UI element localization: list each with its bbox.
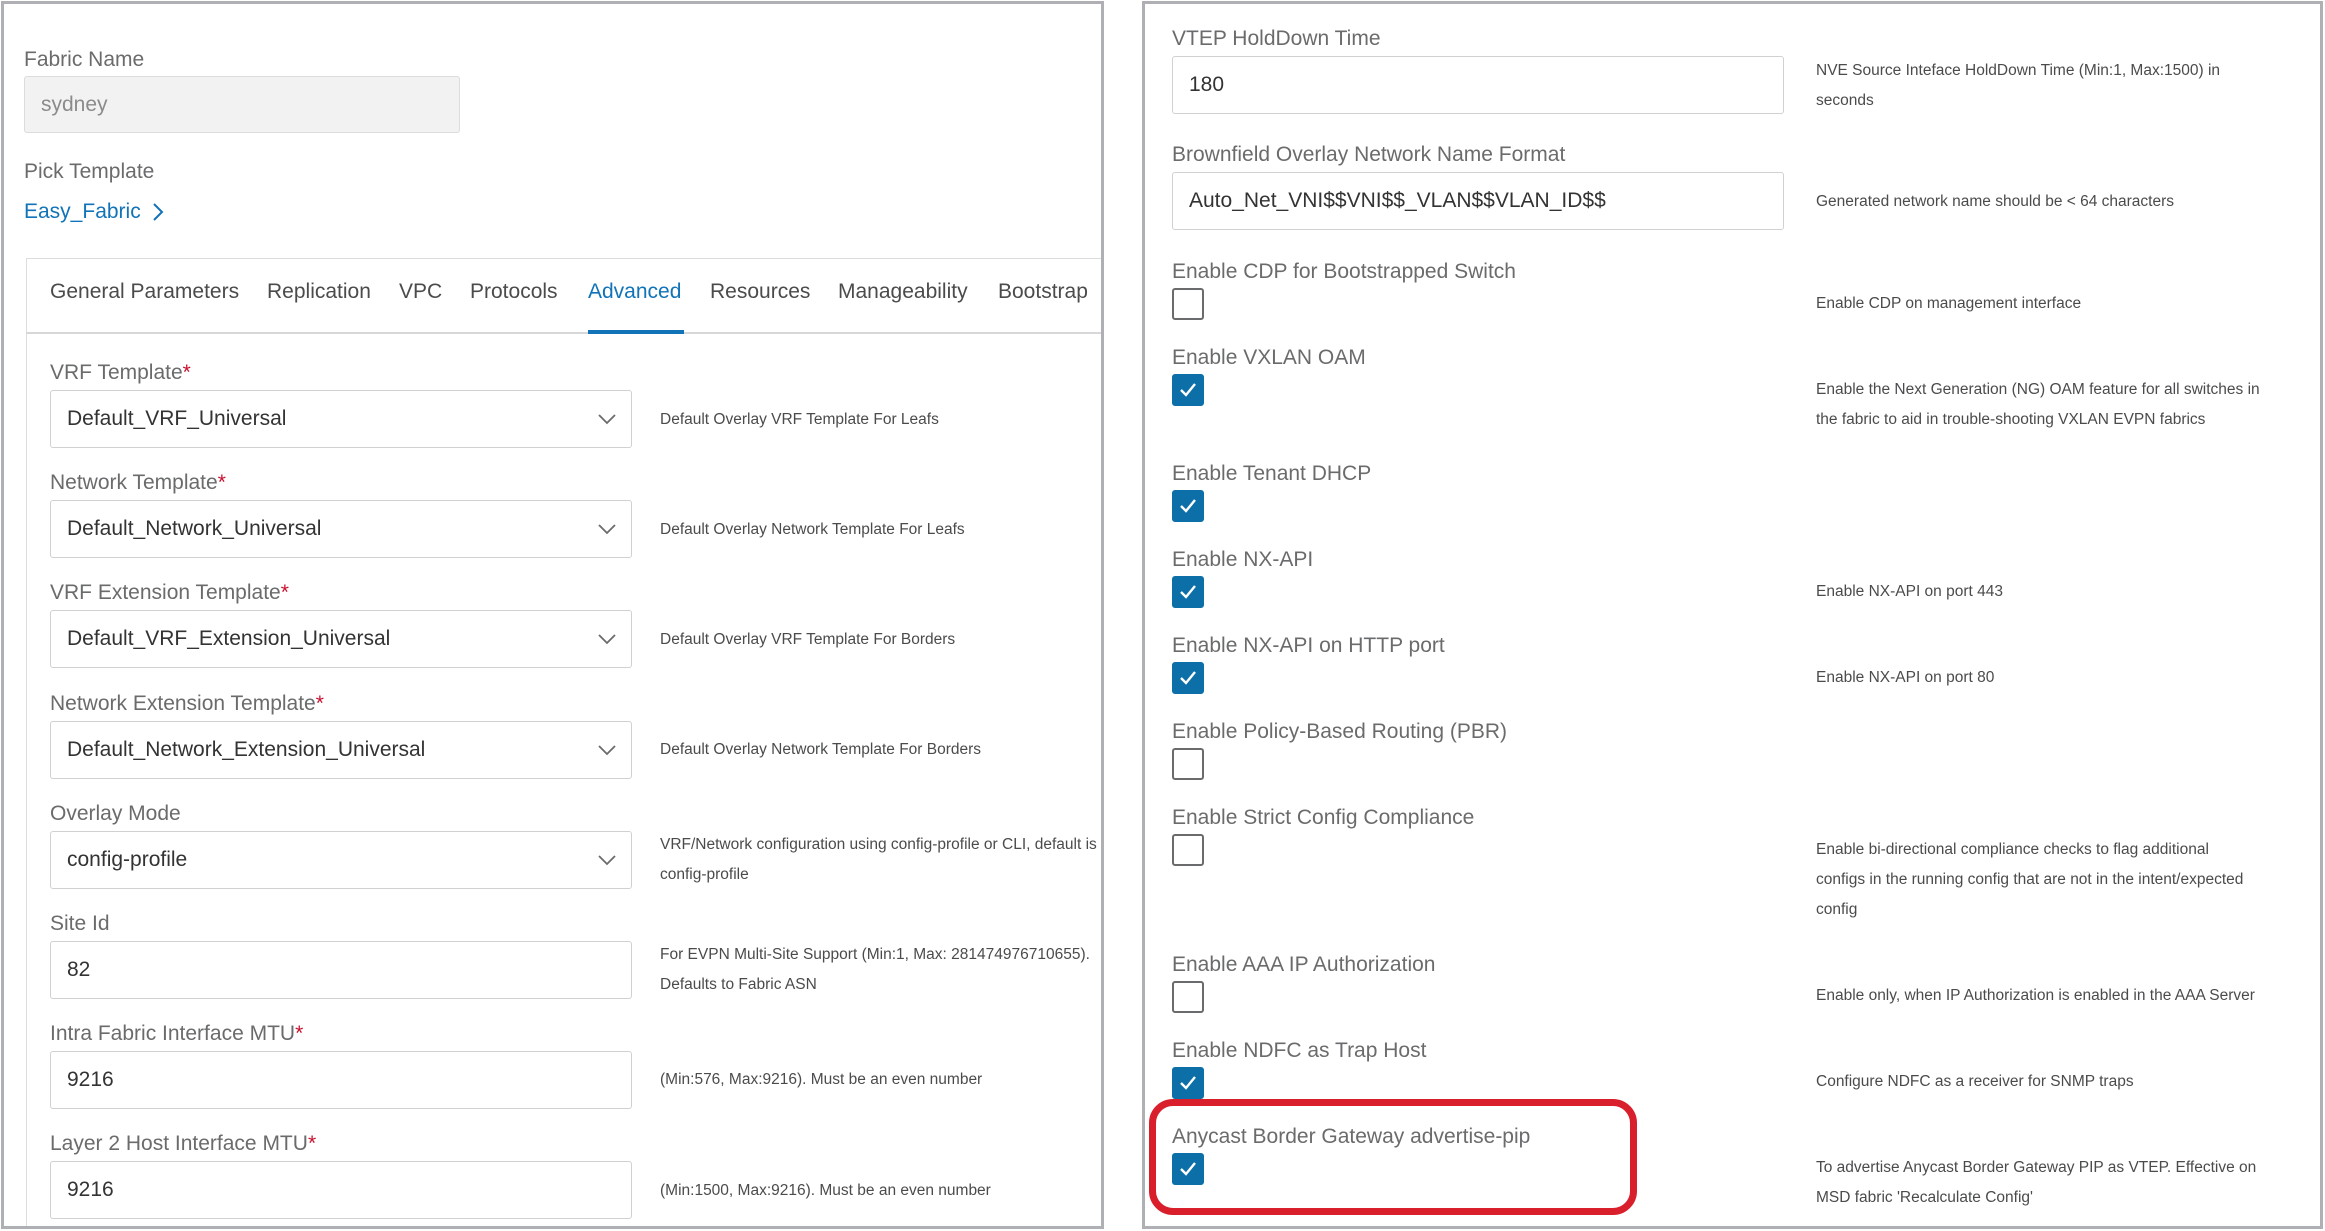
nx-api-http-checkbox[interactable]: [1172, 662, 1204, 694]
pbr-checkbox[interactable]: [1172, 748, 1204, 780]
chevron-down-icon: [598, 745, 616, 756]
brownfield-format-hint: Generated network name should be < 64 ch…: [1816, 193, 2175, 210]
ndfc-trap-host-checkbox[interactable]: [1172, 1067, 1204, 1099]
tab-vpc[interactable]: VPC: [399, 280, 442, 304]
chevron-down-icon: [598, 855, 616, 866]
aaa-ip-auth-label: Enable AAA IP Authorization: [1172, 953, 1436, 976]
brownfield-format-input[interactable]: Auto_Net_VNI$$VNI$$_VLAN$$VLAN_ID$$: [1172, 172, 1784, 230]
vtep-holddown-label: VTEP HoldDown Time: [1172, 27, 1381, 50]
network-extension-template-value: Default_Network_Extension_Universal: [67, 738, 426, 761]
strict-compliance-checkbox[interactable]: [1172, 834, 1204, 866]
layer2-mtu-label: Layer 2 Host Interface MTU*: [50, 1132, 317, 1155]
network-extension-template-select[interactable]: Default_Network_Extension_Universal: [50, 721, 632, 779]
vrf-template-value: Default_VRF_Universal: [67, 407, 287, 430]
checkmark-icon: [1180, 1076, 1196, 1090]
nx-api-hint: Enable NX-API on port 443: [1816, 583, 2003, 600]
tab-bootstrap[interactable]: Bootstrap: [998, 280, 1088, 304]
tenant-dhcp-label: Enable Tenant DHCP: [1172, 462, 1372, 485]
tab-general-parameters[interactable]: General Parameters: [50, 280, 239, 304]
anycast-bgw-pip-hint: To advertise Anycast Border Gateway PIP …: [1816, 1159, 2257, 1206]
overlay-mode-label: Overlay Mode: [50, 802, 181, 825]
overlay-mode-value: config-profile: [67, 848, 188, 871]
tab-manageability[interactable]: Manageability: [838, 280, 968, 304]
tenant-dhcp-checkbox[interactable]: [1172, 490, 1204, 522]
chevron-down-icon: [598, 634, 616, 645]
overlay-mode-select[interactable]: config-profile: [50, 831, 632, 889]
tab-advanced[interactable]: Advanced: [588, 280, 681, 304]
vrf-extension-template-label: VRF Extension Template*: [50, 581, 289, 604]
layer2-mtu-hint: (Min:1500, Max:9216). Must be an even nu…: [660, 1182, 991, 1199]
checkmark-icon: [1180, 383, 1196, 397]
network-extension-template-hint: Default Overlay Network Template For Bor…: [660, 741, 982, 758]
intra-fabric-mtu-label: Intra Fabric Interface MTU*: [50, 1022, 304, 1045]
fabric-name-input[interactable]: sydney: [24, 76, 460, 133]
overlay-mode-hint: VRF/Network configuration using config-p…: [660, 836, 1097, 883]
vrf-template-hint: Default Overlay VRF Template For Leafs: [660, 411, 939, 428]
tab-protocols[interactable]: Protocols: [470, 280, 558, 304]
brownfield-format-label: Brownfield Overlay Network Name Format: [1172, 143, 1566, 166]
vrf-extension-template-hint: Default Overlay VRF Template For Borders: [660, 631, 956, 648]
nx-api-checkbox[interactable]: [1172, 576, 1204, 608]
network-template-hint: Default Overlay Network Template For Lea…: [660, 521, 965, 538]
intra-fabric-mtu-hint: (Min:576, Max:9216). Must be an even num…: [660, 1071, 983, 1088]
checkmark-icon: [1180, 671, 1196, 685]
network-template-label: Network Template*: [50, 471, 226, 494]
nx-api-http-hint: Enable NX-API on port 80: [1816, 669, 1995, 686]
layer2-mtu-input[interactable]: 9216: [50, 1161, 632, 1219]
pick-template-label: Pick Template: [24, 160, 155, 183]
vrf-template-select[interactable]: Default_VRF_Universal: [50, 390, 632, 448]
ndfc-trap-host-hint: Configure NDFC as a receiver for SNMP tr…: [1816, 1073, 2134, 1090]
vrf-template-label: VRF Template*: [50, 361, 191, 384]
vxlan-oam-hint: Enable the Next Generation (NG) OAM feat…: [1816, 381, 2260, 428]
network-template-value: Default_Network_Universal: [67, 517, 322, 540]
chevron-down-icon: [598, 524, 616, 535]
vtep-holddown-hint: NVE Source Inteface HoldDown Time (Min:1…: [1816, 62, 2221, 109]
tab-bar: General Parameters Replication VPC Proto…: [26, 254, 1101, 334]
tab-resources[interactable]: Resources: [710, 280, 810, 304]
network-extension-template-label: Network Extension Template*: [50, 692, 324, 715]
ndfc-trap-host-label: Enable NDFC as Trap Host: [1172, 1039, 1427, 1062]
checkmark-icon: [1180, 499, 1196, 513]
site-id-input[interactable]: 82: [50, 941, 632, 999]
chevron-down-icon: [598, 414, 616, 425]
template-link-text: Easy_Fabric: [24, 200, 141, 223]
active-tab-indicator: [588, 330, 684, 334]
highlight-annotation: [1149, 1099, 1637, 1215]
vtep-holddown-input[interactable]: 180: [1172, 56, 1784, 114]
chevron-right-icon: [153, 203, 164, 221]
template-link[interactable]: Easy_Fabric: [24, 200, 165, 224]
cdp-hint: Enable CDP on management interface: [1816, 295, 2082, 312]
checkmark-icon: [1180, 585, 1196, 599]
vrf-extension-template-value: Default_VRF_Extension_Universal: [67, 627, 391, 650]
strict-compliance-label: Enable Strict Config Compliance: [1172, 806, 1475, 829]
tab-replication[interactable]: Replication: [267, 280, 371, 304]
aaa-ip-auth-checkbox[interactable]: [1172, 981, 1204, 1013]
advanced-settings-panel: VTEP HoldDown Time 180 NVE Source Intefa…: [1142, 1, 2323, 1229]
vxlan-oam-label: Enable VXLAN OAM: [1172, 346, 1366, 369]
nx-api-http-label: Enable NX-API on HTTP port: [1172, 634, 1445, 657]
network-template-select[interactable]: Default_Network_Universal: [50, 500, 632, 558]
vxlan-oam-checkbox[interactable]: [1172, 374, 1204, 406]
nx-api-label: Enable NX-API: [1172, 548, 1314, 571]
aaa-ip-auth-hint: Enable only, when IP Authorization is en…: [1816, 987, 2255, 1004]
site-id-label: Site Id: [50, 912, 110, 935]
strict-compliance-hint: Enable bi-directional compliance checks …: [1816, 841, 2244, 918]
cdp-checkbox[interactable]: [1172, 288, 1204, 320]
site-id-hint: For EVPN Multi-Site Support (Min:1, Max:…: [660, 946, 1090, 993]
fabric-settings-panel: Fabric Name sydney Pick Template Easy_Fa…: [1, 1, 1104, 1229]
intra-fabric-mtu-input[interactable]: 9216: [50, 1051, 632, 1109]
fabric-name-label: Fabric Name: [24, 48, 145, 71]
pbr-label: Enable Policy-Based Routing (PBR): [1172, 720, 1507, 743]
cdp-label: Enable CDP for Bootstrapped Switch: [1172, 260, 1516, 283]
vrf-extension-template-select[interactable]: Default_VRF_Extension_Universal: [50, 610, 632, 668]
